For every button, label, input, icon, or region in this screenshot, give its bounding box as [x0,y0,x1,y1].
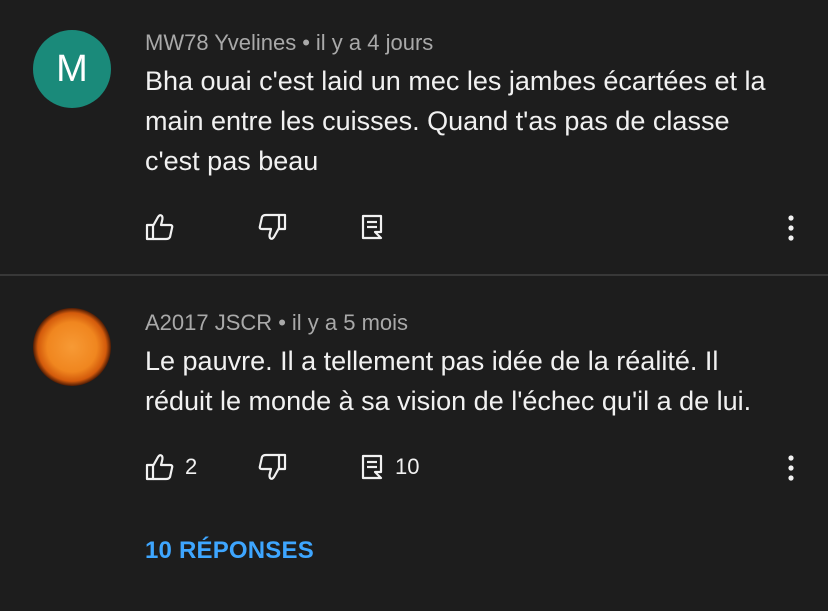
avatar-letter: M [56,47,88,90]
comment-line: réduit le monde à sa vision de l'échec q… [145,386,752,416]
comment-time[interactable]: il y a 5 mois [292,310,408,335]
comment-line: c'est pas beau [145,146,319,176]
like-button[interactable] [145,213,175,241]
comment-meta: MW78 Yvelines • il y a 4 jours [145,30,433,56]
reply-comment-icon [361,214,385,240]
thumbs-down-icon [257,453,287,481]
reply-count: 10 [395,454,420,479]
reply-button[interactable] [361,214,385,240]
comment-line: Bha ouai c'est laid un mec les jambes éc… [145,66,766,96]
dislike-button[interactable] [257,453,287,481]
comment-item: M MW78 Yvelines • il y a 4 jours Bha ouai … [0,0,828,275]
comment-line: main entre les cuisses. Quand t'as pas d… [145,106,730,136]
comment-item: A2017 JSCR • il y a 5 mois Le pauvre. Il a… [0,276,828,611]
comment-text: Le pauvre. Il a tellement pas idée de la… [145,341,805,421]
more-vert-icon[interactable] [787,454,795,482]
more-vert-icon[interactable] [787,214,795,242]
meta-separator: • [302,30,310,55]
thumbs-up-icon [145,213,175,241]
meta-separator: • [278,310,286,335]
comment-time[interactable]: il y a 4 jours [316,30,433,55]
comment-text: Bha ouai c'est laid un mec les jambes éc… [145,61,805,181]
comment-author[interactable]: A2017 JSCR [145,310,272,335]
comment-author[interactable]: MW78 Yvelines [145,30,296,55]
thumbs-up-icon [145,453,175,481]
reply-comment-icon [361,454,385,480]
thumbs-down-icon [257,213,287,241]
view-replies-button[interactable]: 10 RÉPONSES [145,537,314,565]
reply-button[interactable]: 10 [361,454,419,480]
comments-page: M MW78 Yvelines • il y a 4 jours Bha ouai … [0,0,828,611]
dislike-button[interactable] [257,213,287,241]
comment-meta: A2017 JSCR • il y a 5 mois [145,310,408,336]
comment-line: Le pauvre. Il a tellement pas idée de la… [145,346,719,376]
avatar[interactable] [33,308,111,386]
like-button[interactable]: 2 [145,453,197,481]
avatar[interactable]: M [33,30,111,108]
like-count: 2 [185,454,198,479]
